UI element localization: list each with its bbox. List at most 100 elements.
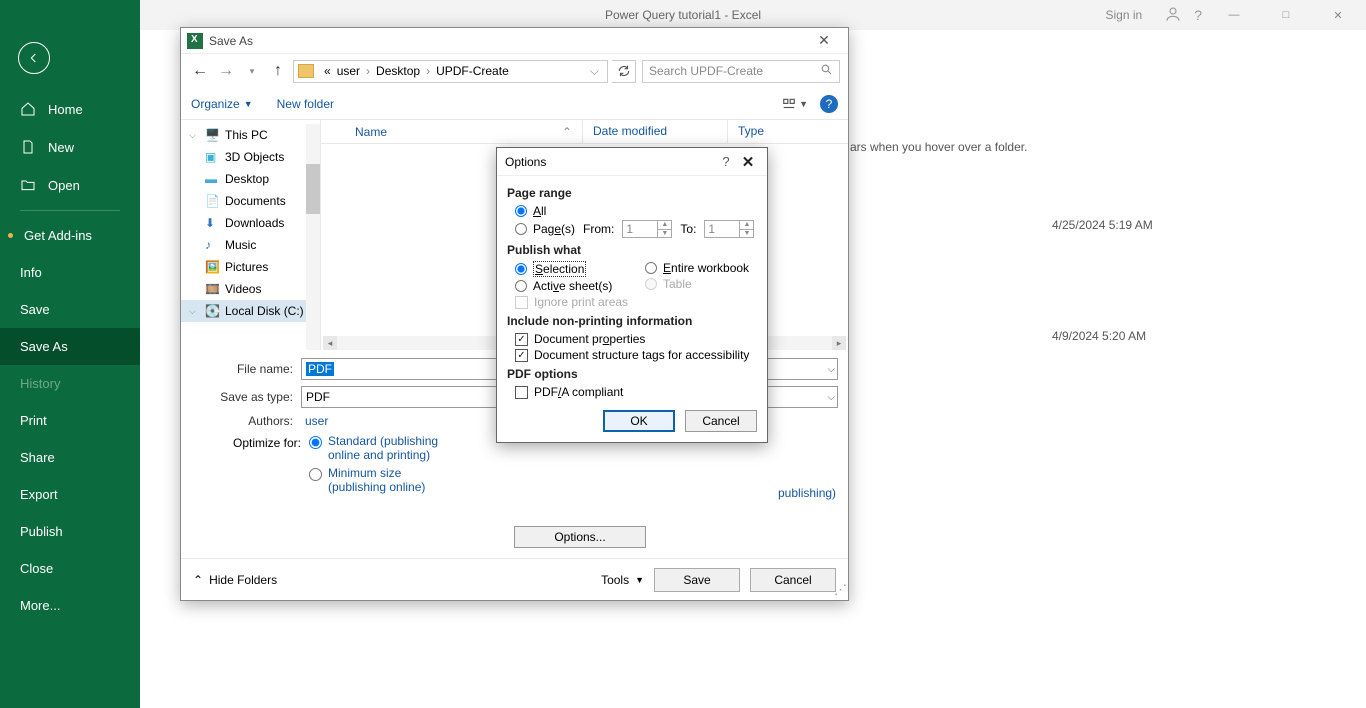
tree-desktop[interactable]: ▬Desktop	[181, 168, 320, 190]
col-name[interactable]: Name⌃	[321, 120, 583, 143]
new-folder-button[interactable]: New folder	[277, 97, 334, 111]
chevron-down-icon[interactable]: ⌵	[189, 306, 196, 317]
sidebar-save[interactable]: Save	[0, 291, 140, 328]
hide-folders-label: Hide Folders	[209, 573, 277, 587]
scroll-left-icon[interactable]: ◂	[323, 336, 337, 350]
spin-up-icon[interactable]: ▲	[740, 221, 753, 230]
options-cancel-button[interactable]: Cancel	[685, 410, 757, 432]
all-pages-radio[interactable]: All	[507, 203, 757, 219]
table-radio: Table	[637, 276, 749, 292]
sidebar-saveas[interactable]: Save As	[0, 328, 140, 365]
nav-back-icon[interactable]: ←	[189, 60, 211, 82]
maximize-icon[interactable]: □	[1266, 9, 1306, 21]
app-title: Power Query tutorial1 - Excel	[605, 8, 761, 22]
tree-this-pc[interactable]: ⌵🖥️This PC	[181, 124, 320, 146]
breadcrumb-path[interactable]: « user › Desktop › UPDF-Create ⌵	[293, 60, 608, 83]
selection-radio[interactable]: Selection	[507, 260, 637, 278]
tools-dropdown[interactable]: Tools▼	[601, 573, 644, 587]
resize-grip-icon[interactable]: ⋰	[834, 586, 846, 598]
breadcrumb-desktop[interactable]: Desktop	[374, 64, 422, 78]
sidebar-more[interactable]: More...	[0, 587, 140, 624]
search-placeholder: Search UPDF-Create	[649, 64, 763, 78]
help-icon[interactable]: ?	[1194, 7, 1202, 23]
spin-up-icon[interactable]: ▲	[658, 221, 671, 230]
saveas-title: Save As	[209, 34, 804, 48]
tools-label: Tools	[601, 573, 629, 587]
search-input[interactable]: Search UPDF-Create	[642, 60, 840, 83]
col-date[interactable]: Date modified	[583, 120, 728, 143]
cancel-button[interactable]: Cancel	[750, 568, 836, 592]
sidebar-close-label: Close	[20, 561, 53, 576]
nav-recent-icon[interactable]: ▾	[241, 60, 263, 82]
chevron-down-icon[interactable]: ⌵	[827, 364, 835, 375]
sidebar-close[interactable]: Close	[0, 550, 140, 587]
sidebar-open[interactable]: Open	[0, 166, 140, 204]
options-close-icon[interactable]: ✕	[737, 153, 759, 171]
titlebar-right: Sign in ? — □ ✕	[1106, 0, 1359, 30]
spin-down-icon[interactable]: ▼	[658, 230, 671, 238]
breadcrumb-user[interactable]: user	[335, 64, 362, 78]
pdfa-checkbox[interactable]: PDF/A compliant	[507, 384, 757, 400]
col-type[interactable]: Type	[728, 120, 848, 143]
desktop-icon: ▬	[205, 172, 219, 186]
chevron-down-icon: ▼	[244, 99, 253, 109]
close-window-icon[interactable]: ✕	[1318, 9, 1358, 22]
chevron-down-icon[interactable]: ⌵	[189, 130, 196, 141]
from-spinner[interactable]: 1▲▼	[622, 220, 672, 238]
active-sheets-label: Active sheet(s)	[533, 279, 612, 293]
doc-struct-checkbox[interactable]: ✓Document structure tags for accessibili…	[507, 347, 757, 363]
scroll-right-icon[interactable]: ▸	[832, 336, 846, 350]
tree-scrollbar[interactable]	[306, 124, 320, 350]
to-spinner[interactable]: 1▲▼	[704, 220, 754, 238]
entire-workbook-radio[interactable]: Entire workbook	[637, 260, 749, 276]
addins-badge-icon	[8, 233, 13, 238]
pages-radio[interactable]: Page(s)	[515, 222, 575, 236]
pages-label: Page(s)	[533, 222, 575, 236]
saveas-close-icon[interactable]: ✕	[804, 32, 844, 49]
sidebar-new[interactable]: New	[0, 128, 140, 166]
saveas-toolbar: Organize ▼ New folder ▼ ?	[181, 88, 848, 120]
active-sheets-radio[interactable]: Active sheet(s)	[507, 278, 637, 294]
authors-value[interactable]: user	[301, 414, 328, 428]
sidebar-share[interactable]: Share	[0, 439, 140, 476]
back-button[interactable]	[18, 42, 50, 74]
spin-down-icon[interactable]: ▼	[740, 230, 753, 238]
breadcrumb-updf[interactable]: UPDF-Create	[434, 64, 511, 78]
filename-value: PDF	[306, 362, 334, 376]
refresh-button[interactable]	[612, 60, 636, 83]
sidebar-print[interactable]: Print	[0, 402, 140, 439]
nav-up-icon[interactable]: ↑	[267, 60, 289, 82]
doc-props-checkbox[interactable]: ✓Document properties	[507, 331, 757, 347]
help-icon[interactable]: ?	[820, 95, 838, 113]
sidebar-info[interactable]: Info	[0, 254, 140, 291]
tree-downloads[interactable]: ⬇Downloads	[181, 212, 320, 234]
options-button[interactable]: Options...	[514, 526, 646, 548]
authors-label: Authors:	[191, 414, 301, 428]
ok-button[interactable]: OK	[603, 410, 675, 432]
sidebar-export[interactable]: Export	[0, 476, 140, 513]
sidebar-addins[interactable]: Get Add-ins	[0, 217, 140, 254]
tree-music[interactable]: ♪Music	[181, 234, 320, 256]
hide-folders-button[interactable]: ⌃Hide Folders	[193, 573, 277, 587]
sign-in-link[interactable]: Sign in	[1106, 8, 1143, 22]
account-icon[interactable]	[1164, 5, 1182, 26]
scrollbar-thumb[interactable]	[306, 164, 320, 214]
optimize-standard-radio[interactable]: Standard (publishing online and printing…	[309, 434, 448, 462]
music-icon: ♪	[205, 238, 219, 252]
chevron-down-icon[interactable]: ⌵	[827, 392, 835, 403]
sidebar-publish[interactable]: Publish	[0, 513, 140, 550]
save-button[interactable]: Save	[654, 568, 740, 592]
minimize-icon[interactable]: —	[1214, 9, 1254, 21]
path-dropdown-icon[interactable]: ⌵	[586, 64, 603, 79]
tree-pictures[interactable]: 🖼️Pictures	[181, 256, 320, 278]
tree-local-disk[interactable]: ⌵💽Local Disk (C:)	[181, 300, 320, 322]
tree-documents[interactable]: 📄Documents	[181, 190, 320, 212]
breadcrumb-root[interactable]: «	[322, 64, 333, 78]
tree-videos[interactable]: 🎞️Videos	[181, 278, 320, 300]
options-help-icon[interactable]: ?	[715, 154, 737, 169]
tree-3d-objects[interactable]: ▣3D Objects	[181, 146, 320, 168]
view-mode-button[interactable]: ▼	[781, 97, 808, 111]
sidebar-home[interactable]: Home	[0, 90, 140, 128]
optimize-minimum-radio[interactable]: Minimum size (publishing online)	[309, 466, 448, 494]
organize-button[interactable]: Organize ▼	[191, 97, 253, 111]
